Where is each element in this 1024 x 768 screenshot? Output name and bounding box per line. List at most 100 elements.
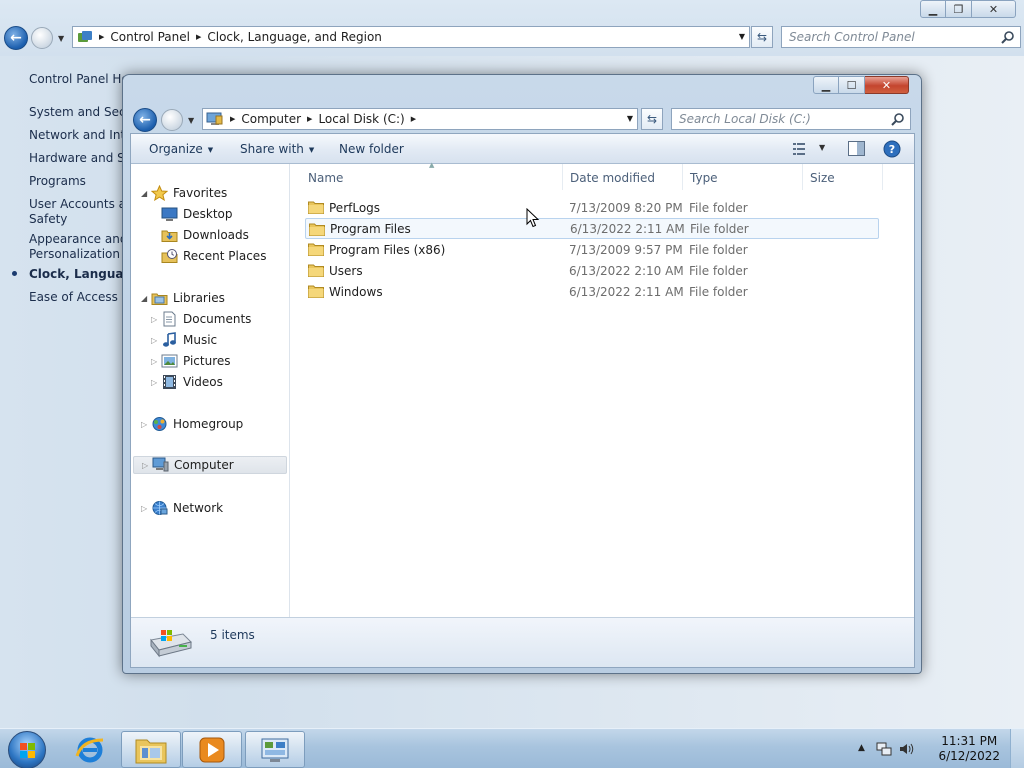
explorer-maximize-button[interactable]: ☐ (839, 76, 865, 94)
column-header-size[interactable]: Size (803, 164, 883, 190)
file-row-users[interactable]: Users 6/13/2022 2:10 AM File folder (305, 260, 879, 281)
tree-homegroup[interactable]: ▷ Homegroup (141, 415, 243, 433)
cp-address-dropdown-icon[interactable]: ▼ (739, 32, 745, 41)
file-row-program-files[interactable]: Program Files 6/13/2022 2:11 AM File fol… (305, 218, 879, 239)
column-header-name[interactable]: Name (291, 164, 563, 190)
taskbar-internet-explorer[interactable] (60, 731, 120, 768)
tree-recent-places[interactable]: Recent Places (161, 247, 266, 265)
cp-address-bar[interactable]: ▶ Control Panel ▶ Clock, Language, and R… (72, 26, 750, 48)
star-icon (151, 185, 168, 201)
tree-downloads[interactable]: Downloads (161, 226, 249, 244)
explorer-forward-button[interactable] (161, 109, 183, 131)
search-icon[interactable] (1001, 30, 1015, 44)
cp-breadcrumb-control-panel[interactable]: Control Panel (110, 30, 190, 44)
tree-computer[interactable]: ▷ Computer (133, 456, 287, 474)
cp-sidebar-item-appearance-line2[interactable]: Personalization (29, 247, 120, 262)
file-row-program-files-x86[interactable]: Program Files (x86) 7/13/2009 9:57 PM Fi… (305, 239, 879, 260)
tree-videos[interactable]: ▷ Videos (151, 373, 223, 391)
cp-recent-pages-dropdown[interactable]: ▼ (58, 34, 64, 43)
tree-network[interactable]: ▷ Network (141, 499, 223, 517)
column-header-type[interactable]: Type (683, 164, 803, 190)
new-folder-button[interactable]: New folder (339, 142, 404, 156)
column-header-date-modified[interactable]: Date modified (563, 164, 683, 190)
tree-videos-label: Videos (183, 375, 223, 389)
taskbar-media-player[interactable] (182, 731, 242, 768)
tree-pictures[interactable]: ▷ Pictures (151, 352, 231, 370)
tree-libraries[interactable]: ◢ Libraries (141, 289, 225, 307)
cp-sidebar-item-system[interactable]: System and Secu (29, 105, 133, 120)
expand-arrow-icon[interactable]: ▷ (151, 336, 161, 345)
expand-arrow-icon[interactable]: ▷ (142, 461, 152, 470)
file-row-windows[interactable]: Windows 6/13/2022 2:11 AM File folder (305, 281, 879, 302)
explorer-back-button[interactable]: ← (133, 108, 157, 132)
share-with-button[interactable]: Share with ▼ (240, 142, 314, 156)
collapse-arrow-icon[interactable]: ◢ (141, 189, 151, 198)
cp-sidebar-item-ease-of-access[interactable]: Ease of Access (29, 290, 118, 305)
explorer-address-chevron-icon: ▶ (410, 115, 417, 123)
help-icon[interactable]: ? (883, 140, 901, 158)
cp-sidebar-item-hardware[interactable]: Hardware and So (29, 151, 132, 166)
change-view-icon[interactable] (793, 142, 809, 156)
cp-sidebar-item-programs[interactable]: Programs (29, 174, 86, 189)
taskbar-control-panel[interactable] (245, 731, 305, 768)
expand-arrow-icon[interactable]: ▷ (141, 420, 151, 429)
network-status-icon[interactable] (876, 741, 892, 757)
tree-pictures-label: Pictures (183, 354, 231, 368)
breadcrumb-computer[interactable]: Computer (241, 112, 301, 126)
cp-search-input[interactable]: Search Control Panel (781, 26, 1021, 48)
expand-arrow-icon[interactable]: ▷ (151, 315, 161, 324)
file-row-perflogs[interactable]: PerfLogs 7/13/2009 8:20 PM File folder (305, 197, 879, 218)
cp-back-button[interactable]: ← (4, 26, 28, 50)
explorer-refresh-button[interactable]: ⇆ (641, 108, 663, 130)
cp-sidebar-item-user-accounts[interactable]: User Accounts an (29, 197, 134, 212)
clock-time: 11:31 PM (941, 734, 998, 748)
expand-arrow-icon[interactable]: ▷ (151, 378, 161, 387)
cp-home-link[interactable]: Control Panel Ho (29, 72, 129, 87)
file-name: PerfLogs (329, 200, 381, 215)
network-icon (151, 500, 168, 516)
folder-icon (309, 222, 325, 236)
cp-sidebar-item-user-accounts-line2[interactable]: Safety (29, 212, 67, 227)
explorer-close-button[interactable]: ✕ (865, 76, 909, 94)
clock-date: 6/12/2022 (938, 749, 1000, 763)
cp-breadcrumb-clock-language[interactable]: Clock, Language, and Region (207, 30, 382, 44)
cp-sidebar-item-appearance[interactable]: Appearance and (29, 232, 127, 247)
start-button[interactable] (8, 731, 46, 768)
tree-favorites[interactable]: ◢ Favorites (141, 184, 227, 202)
explorer-minimize-button[interactable]: ▁ (813, 76, 839, 94)
active-bullet-icon (12, 271, 17, 276)
folder-icon (308, 200, 324, 214)
cp-address-icon (77, 29, 93, 45)
explorer-recent-pages-dropdown[interactable]: ▼ (188, 116, 194, 125)
expand-arrow-icon[interactable]: ▷ (141, 504, 151, 513)
taskbar: ▲ 11:31 PM 6/12/2022 (0, 728, 1024, 768)
cp-forward-button[interactable] (31, 27, 53, 49)
tree-libraries-label: Libraries (173, 291, 225, 305)
cp-restore-button[interactable]: ❐ (946, 0, 972, 18)
expand-arrow-icon[interactable]: ▷ (151, 357, 161, 366)
explorer-address-dropdown-icon[interactable]: ▼ (627, 114, 633, 123)
show-hidden-icons-arrow-icon[interactable]: ▲ (858, 743, 865, 753)
cp-sidebar-item-network[interactable]: Network and Inte (29, 128, 133, 143)
show-desktop-button[interactable] (1010, 729, 1024, 768)
explorer-address-bar[interactable]: ▶ Computer ▶ Local Disk (C:) ▶ ▼ (202, 108, 638, 130)
tree-documents[interactable]: ▷ Documents (151, 310, 251, 328)
cp-close-button[interactable]: ✕ (972, 0, 1016, 18)
preview-pane-icon[interactable] (848, 141, 865, 156)
organize-button[interactable]: Organize ▼ (149, 142, 213, 156)
explorer-search-input[interactable]: Search Local Disk (C:) (671, 108, 911, 130)
tree-desktop[interactable]: Desktop (161, 205, 233, 223)
volume-icon[interactable] (898, 741, 914, 757)
collapse-arrow-icon[interactable]: ◢ (141, 294, 151, 303)
search-icon[interactable] (891, 112, 905, 126)
clock[interactable]: 11:31 PM 6/12/2022 (938, 734, 1000, 764)
view-options-dropdown-icon[interactable]: ▼ (819, 143, 825, 152)
tree-music[interactable]: ▷ Music (151, 331, 217, 349)
cp-minimize-button[interactable]: ▁ (920, 0, 946, 18)
taskbar-windows-explorer[interactable] (121, 731, 181, 768)
cp-refresh-button[interactable]: ⇆ (751, 26, 773, 48)
libraries-icon (151, 290, 168, 306)
command-bar: Organize ▼ Share with ▼ New folder ▼ ? (131, 134, 914, 164)
breadcrumb-local-disk[interactable]: Local Disk (C:) (318, 112, 404, 126)
music-note-icon (161, 332, 178, 348)
